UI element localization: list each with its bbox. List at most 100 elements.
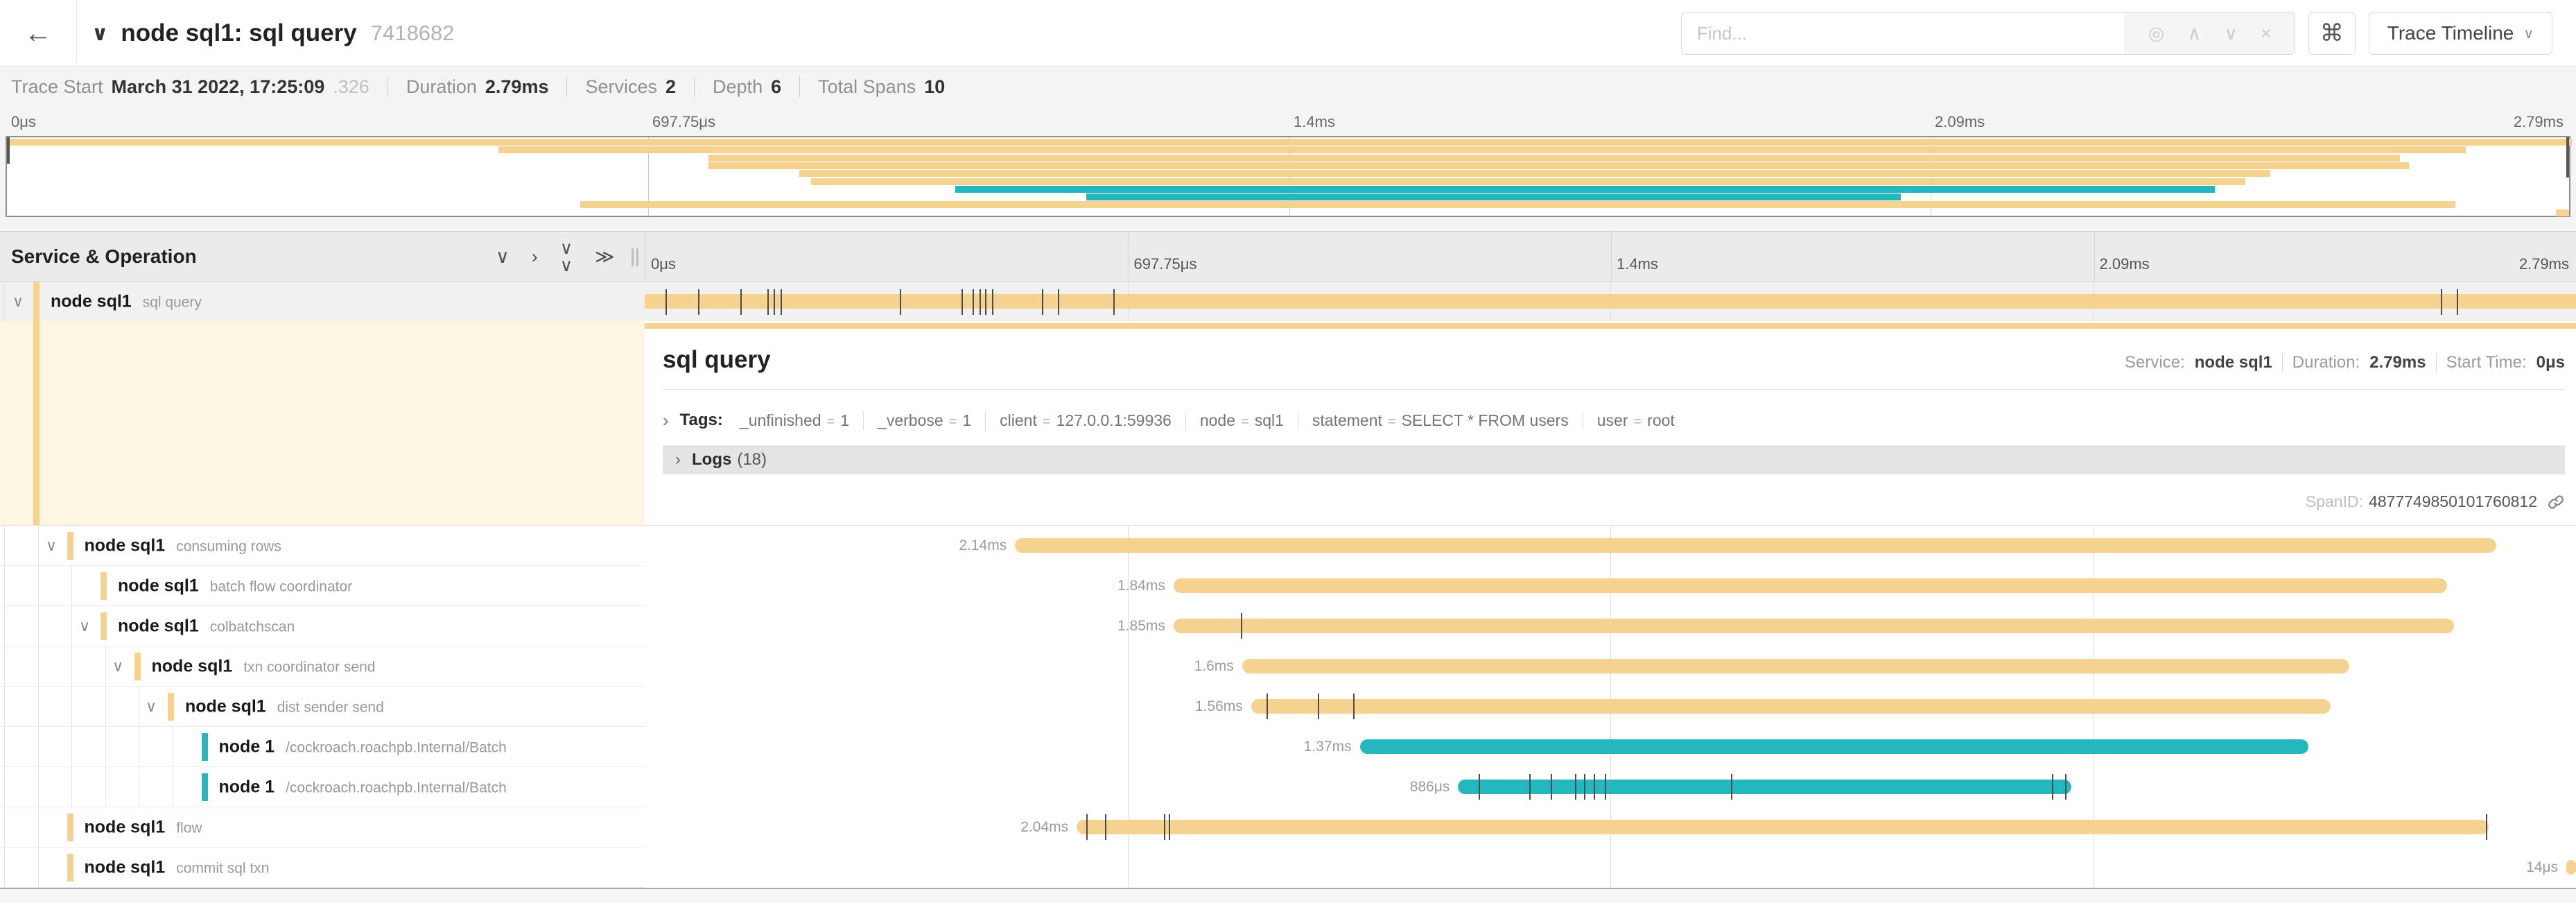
collapse-all-icon[interactable]: ∨ ∨: [560, 240, 573, 275]
span-name[interactable]: node sql1flow: [85, 817, 202, 837]
tree-row[interactable]: node sql1batch flow coordinator1.84ms: [0, 566, 2576, 606]
find-clear-icon[interactable]: ×: [2261, 23, 2272, 44]
span-log-tick[interactable]: [1605, 774, 1606, 800]
tree-row-timeline[interactable]: 886μs: [645, 767, 2576, 807]
span-bar[interactable]: [2566, 860, 2576, 875]
span-log-tick[interactable]: [1353, 694, 1355, 719]
span-bar[interactable]: [1458, 780, 2071, 794]
span-log-tick[interactable]: [1058, 289, 1059, 315]
find-input[interactable]: [1682, 12, 2125, 54]
span-log-tick[interactable]: [961, 289, 963, 315]
tree-row-timeline[interactable]: 2.04ms: [645, 807, 2576, 848]
tree-row-timeline[interactable]: 1.6ms: [645, 646, 2576, 687]
span-log-tick[interactable]: [1086, 814, 1088, 840]
span-bar[interactable]: [645, 294, 2576, 309]
expand-all-icon[interactable]: ≫: [595, 248, 614, 266]
tag-pair[interactable]: _verbose=1: [878, 411, 971, 430]
span-log-tick[interactable]: [774, 289, 775, 315]
find-prev-icon[interactable]: ∧: [2187, 23, 2201, 44]
span-name[interactable]: node sql1colbatchscan: [118, 616, 295, 636]
span-bar[interactable]: [1360, 739, 2308, 754]
selected-span-bar[interactable]: [645, 323, 2576, 329]
tree-row-timeline[interactable]: 1.84ms: [645, 566, 2576, 606]
expand-one-icon[interactable]: ›: [532, 248, 538, 266]
span-log-tick[interactable]: [1164, 814, 1165, 840]
span-log-tick[interactable]: [698, 289, 699, 315]
span-log-tick[interactable]: [665, 289, 667, 315]
tree-row[interactable]: ∨ node sql1dist sender send 1.56ms: [0, 687, 2576, 727]
span-name[interactable]: node sql1consuming rows: [85, 535, 281, 556]
link-icon[interactable]: [2547, 493, 2565, 511]
tree-row-left[interactable]: ∨node sql1consuming rows: [0, 526, 645, 566]
span-log-tick[interactable]: [2441, 289, 2442, 315]
span-log-tick[interactable]: [2052, 774, 2053, 800]
tree-chevron-down-icon[interactable]: ∨: [112, 657, 123, 676]
tag-pair[interactable]: node=sql1: [1200, 411, 1284, 430]
tree-row[interactable]: node 1/cockroach.roachpb.Internal/Batch 1…: [0, 727, 2576, 767]
tree-row-left[interactable]: node sql1batch flow coordinator: [0, 566, 645, 606]
tree-row-timeline[interactable]: 1.37ms: [645, 727, 2576, 767]
span-log-tick[interactable]: [1479, 774, 1480, 800]
tree-row-timeline[interactable]: 14μs: [645, 848, 2576, 888]
tree-row-timeline[interactable]: [645, 282, 2576, 321]
tree-row-left[interactable]: node sql1commit sql txn: [0, 848, 645, 888]
span-name[interactable]: node sql1dist sender send: [185, 696, 384, 716]
span-log-tick[interactable]: [2457, 289, 2458, 315]
span-log-tick[interactable]: [1042, 289, 1043, 315]
span-log-tick[interactable]: [1105, 814, 1106, 840]
tag-pair[interactable]: _unfinished=1: [740, 411, 849, 430]
tree-row-timeline[interactable]: 2.14ms: [645, 526, 2576, 566]
find-next-icon[interactable]: ∨: [2224, 23, 2238, 44]
tree-row[interactable]: node sql1commit sql txn 14μs: [0, 848, 2576, 888]
span-log-tick[interactable]: [1594, 774, 1595, 800]
tree-chevron-down-icon[interactable]: ∨: [79, 617, 90, 635]
span-log-tick[interactable]: [2065, 774, 2066, 800]
span-log-tick[interactable]: [1584, 774, 1585, 800]
back-button[interactable]: ←: [0, 0, 77, 67]
tree-chevron-down-icon[interactable]: ∨: [12, 293, 24, 311]
span-log-tick[interactable]: [740, 289, 742, 315]
span-name[interactable]: node sql1commit sql txn: [85, 857, 270, 877]
span-log-tick[interactable]: [1551, 774, 1552, 800]
tree-row-left[interactable]: node 1/cockroach.roachpb.Internal/Batch: [0, 767, 645, 807]
span-log-tick[interactable]: [781, 289, 782, 315]
span-log-tick[interactable]: [985, 289, 986, 315]
tags-accordion[interactable]: › Tags: _unfinished=1_verbose=1client=12…: [663, 405, 2565, 436]
minimap-drag-handle-left[interactable]: [7, 137, 10, 164]
span-bar[interactable]: [1015, 538, 2496, 553]
tree-row-left[interactable]: ∨ node sql1txn coordinator send: [0, 646, 645, 687]
span-bar[interactable]: [1174, 578, 2447, 593]
span-bar[interactable]: [1251, 699, 2331, 714]
trace-collapse-icon[interactable]: ∨: [92, 22, 108, 46]
tree-chevron-down-icon[interactable]: ∨: [146, 698, 157, 716]
span-log-tick[interactable]: [1241, 613, 1242, 639]
span-log-tick[interactable]: [980, 289, 981, 315]
trace-view-selector[interactable]: Trace Timeline ∨: [2369, 12, 2552, 55]
span-bar[interactable]: [1174, 619, 2454, 633]
span-log-tick[interactable]: [1575, 774, 1576, 800]
tree-row-left[interactable]: ∨ node sql1dist sender send: [0, 687, 645, 727]
span-name[interactable]: node sql1txn coordinator send: [152, 656, 376, 676]
collapse-one-icon[interactable]: ∨: [496, 248, 510, 266]
logs-accordion[interactable]: › Logs (18): [663, 445, 2565, 474]
tree-row-left[interactable]: node 1/cockroach.roachpb.Internal/Batch: [0, 727, 645, 767]
span-log-tick[interactable]: [2486, 814, 2487, 840]
span-log-tick[interactable]: [1267, 694, 1268, 719]
span-log-tick[interactable]: [1731, 774, 1732, 800]
keyboard-shortcuts-button[interactable]: ⌘: [2308, 12, 2356, 55]
tag-pair[interactable]: statement=SELECT * FROM users: [1312, 411, 1569, 430]
span-log-tick[interactable]: [1169, 814, 1170, 840]
tree-row[interactable]: ∨node sql1consuming rows2.14ms: [0, 526, 2576, 566]
span-name[interactable]: node 1/cockroach.roachpb.Internal/Batch: [219, 737, 507, 757]
column-resizer-grip[interactable]: [632, 248, 640, 266]
span-name[interactable]: node sql1sql query: [51, 292, 202, 312]
tree-row-left[interactable]: node sql1flow: [0, 807, 645, 848]
span-bar[interactable]: [1242, 659, 2350, 673]
span-log-tick[interactable]: [767, 289, 769, 315]
tag-pair[interactable]: user=root: [1597, 411, 1675, 430]
tree-row-timeline[interactable]: 1.56ms: [645, 687, 2576, 727]
minimap-drag-handle-right[interactable]: [2566, 137, 2569, 178]
tree-row[interactable]: ∨node sql1colbatchscan1.85ms: [0, 606, 2576, 646]
tree-row[interactable]: node 1/cockroach.roachpb.Internal/Batch8…: [0, 767, 2576, 807]
span-log-tick[interactable]: [1529, 774, 1531, 800]
